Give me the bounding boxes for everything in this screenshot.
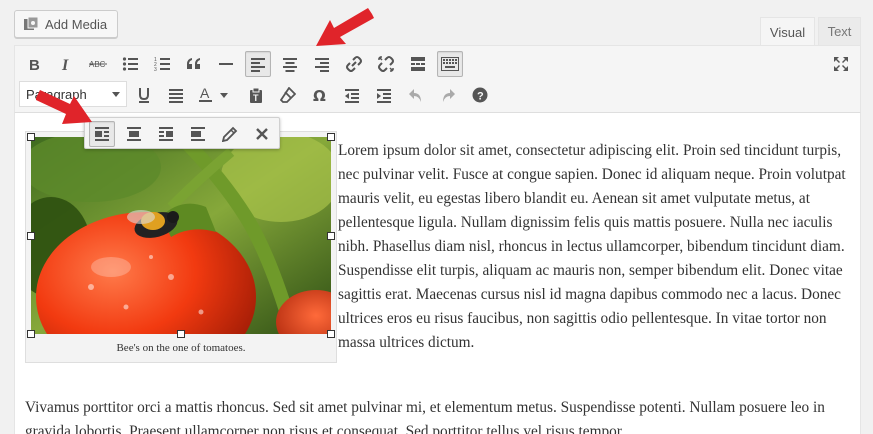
- annotation-arrow-icon: [316, 8, 374, 46]
- text-color-button[interactable]: A: [195, 82, 235, 108]
- strikethrough-icon: ABC: [89, 60, 107, 69]
- chevron-down-icon: [112, 92, 120, 97]
- image-no-align-button[interactable]: [185, 121, 211, 147]
- insert-link-button[interactable]: [341, 51, 367, 77]
- svg-text:T: T: [253, 93, 259, 103]
- blockquote-icon: [187, 58, 200, 69]
- underline-icon: [139, 88, 149, 103]
- strikethrough-button[interactable]: ABC: [85, 51, 111, 77]
- read-more-button[interactable]: [405, 51, 431, 77]
- numbered-list-button[interactable]: 123: [149, 51, 175, 77]
- image-remove-button[interactable]: [249, 121, 275, 147]
- image-edit-button[interactable]: [217, 121, 243, 147]
- align-center-icon: [283, 58, 297, 72]
- bold-icon: B: [29, 57, 40, 72]
- align-right-button[interactable]: [309, 51, 335, 77]
- resize-handle[interactable]: [327, 330, 335, 338]
- align-left-icon: [251, 58, 265, 72]
- image-align-left-icon: [95, 127, 109, 141]
- justify-button[interactable]: [163, 82, 189, 108]
- tab-text-label: Text: [827, 24, 852, 39]
- redo-icon: [443, 89, 455, 102]
- image-no-align-icon: [191, 127, 205, 141]
- paragraph-1[interactable]: Lorem ipsum dolor sit amet, consectetur …: [338, 139, 853, 355]
- close-icon: [256, 128, 268, 140]
- italic-button[interactable]: I: [53, 51, 79, 77]
- link-icon: [346, 56, 362, 72]
- special-character-button[interactable]: Ω: [307, 82, 333, 108]
- read-more-icon: [411, 57, 425, 71]
- help-button[interactable]: ?: [467, 82, 493, 108]
- align-center-button[interactable]: [277, 51, 303, 77]
- text-color-icon: A: [199, 86, 228, 102]
- resize-handle[interactable]: [27, 232, 35, 240]
- resize-handle[interactable]: [327, 232, 335, 240]
- horizontal-line-icon: [219, 63, 233, 65]
- image-toolbar: [84, 117, 280, 149]
- photo-tomato-bee: [31, 137, 331, 334]
- resize-handle[interactable]: [27, 330, 35, 338]
- redo-button[interactable]: [435, 82, 461, 108]
- svg-text:A: A: [200, 86, 210, 101]
- pencil-icon: [222, 126, 238, 142]
- help-icon: ?: [472, 87, 488, 103]
- paragraph-2[interactable]: Vivamus porttitor orci a mattis rhoncus.…: [25, 396, 855, 434]
- svg-text:?: ?: [477, 91, 484, 103]
- horizontal-line-button[interactable]: [213, 51, 239, 77]
- fullscreen-button[interactable]: [828, 51, 854, 77]
- image-align-center-button[interactable]: [121, 121, 147, 147]
- svg-text:B: B: [29, 57, 40, 72]
- clear-formatting-button[interactable]: [275, 82, 301, 108]
- resize-handle[interactable]: [27, 133, 35, 141]
- eraser-icon: [280, 87, 296, 103]
- image-align-center-icon: [127, 127, 141, 141]
- annotation-arrow-icon: [36, 90, 92, 124]
- clipboard-icon: T: [250, 87, 262, 103]
- svg-text:I: I: [61, 57, 69, 72]
- image-tomato-bee[interactable]: [31, 137, 331, 334]
- tab-visual-label: Visual: [769, 24, 806, 40]
- indent-icon: [377, 89, 391, 103]
- bullet-list-button[interactable]: [117, 51, 143, 77]
- outdent-icon: [345, 89, 359, 103]
- resize-handle[interactable]: [327, 133, 335, 141]
- italic-icon: I: [61, 57, 69, 72]
- increase-indent-button[interactable]: [371, 82, 397, 108]
- blockquote-button[interactable]: [181, 51, 207, 77]
- keyboard-icon: [441, 57, 459, 71]
- numbered-list-icon: 123: [154, 57, 170, 72]
- add-media-button[interactable]: Add Media: [14, 10, 118, 38]
- paste-text-button[interactable]: T: [243, 82, 269, 108]
- undo-icon: [409, 89, 421, 102]
- svg-text:Ω: Ω: [313, 87, 326, 103]
- image-align-right-button[interactable]: [153, 121, 179, 147]
- underline-button[interactable]: [131, 82, 157, 108]
- image-align-right-icon: [159, 127, 173, 141]
- bullet-list-icon: [122, 57, 138, 71]
- add-media-label: Add Media: [45, 16, 108, 32]
- justify-icon: [169, 89, 183, 103]
- toolbar-toggle-button[interactable]: [437, 51, 463, 77]
- omega-icon: Ω: [313, 87, 326, 103]
- svg-text:3: 3: [154, 67, 157, 72]
- align-left-button[interactable]: [245, 51, 271, 77]
- tab-visual[interactable]: Visual: [760, 17, 815, 46]
- fullscreen-icon: [834, 57, 848, 71]
- remove-link-button[interactable]: [373, 51, 399, 77]
- tab-text[interactable]: Text: [818, 17, 861, 45]
- media-icon: [24, 16, 39, 30]
- bold-button[interactable]: B: [21, 51, 47, 77]
- unlink-icon: [378, 56, 394, 72]
- align-right-icon: [315, 58, 329, 72]
- decrease-indent-button[interactable]: [339, 82, 365, 108]
- undo-button[interactable]: [403, 82, 429, 108]
- resize-handle[interactable]: [177, 330, 185, 338]
- image-caption[interactable]: Bee's on the one of tomatoes.: [25, 342, 337, 354]
